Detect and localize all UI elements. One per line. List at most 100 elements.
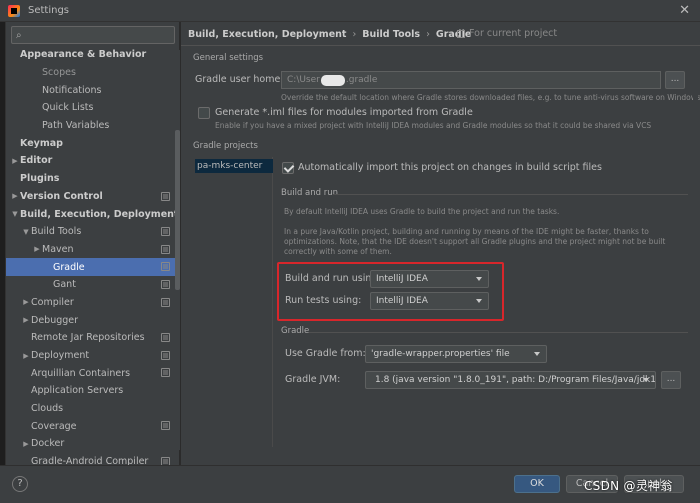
sidebar-item-label: Gant: [53, 279, 76, 291]
project-scope-icon: [161, 368, 170, 378]
generate-iml-checkbox[interactable]: [198, 107, 210, 119]
sidebar-item-label: Debugger: [31, 314, 79, 326]
breadcrumb-item[interactable]: Build Tools: [362, 29, 420, 40]
gradle-jvm-dropdown[interactable]: 1.8 (java version "1.8.0_191", path: D:/…: [365, 371, 656, 389]
project-scope-icon: [161, 244, 170, 254]
chevron-right-icon[interactable]: ▶: [21, 440, 31, 448]
general-settings-title: General settings: [193, 53, 264, 63]
close-icon[interactable]: ✕: [679, 3, 690, 18]
breadcrumb-separator: ›: [426, 28, 430, 40]
sidebar-item-label: Scopes: [42, 67, 76, 79]
sidebar-item-plugins[interactable]: Plugins: [6, 170, 180, 188]
project-scope-icon: [161, 226, 170, 236]
sidebar-item-build-execution-deployment[interactable]: ▼ Build, Execution, Deployment: [6, 205, 180, 223]
breadcrumb: Build, Execution, Deployment › Build Too…: [188, 26, 471, 42]
generate-iml-hint: Enable if you have a mixed project with …: [215, 121, 652, 130]
sidebar-item-application-servers[interactable]: Application Servers: [6, 382, 180, 400]
gradle-settings-panel: Build, Execution, Deployment › Build Too…: [181, 22, 700, 465]
sidebar-item-editor[interactable]: ▶ Editor: [6, 152, 180, 170]
sidebar-item-build-tools[interactable]: ▼ Build Tools: [6, 223, 180, 241]
project-scope-icon: [457, 29, 465, 38]
sidebar-item-label: Clouds: [31, 403, 64, 415]
sidebar-item-notifications[interactable]: Notifications: [6, 81, 180, 99]
sidebar-item-label: Maven: [42, 243, 74, 255]
sidebar-item-clouds[interactable]: Clouds: [6, 400, 180, 418]
sidebar-item-label: Plugins: [20, 173, 60, 185]
ok-button[interactable]: OK: [514, 475, 560, 493]
generate-iml-label: Generate *.iml files for modules importe…: [215, 107, 473, 118]
sidebar-item-quick-lists[interactable]: Quick Lists: [6, 99, 180, 117]
project-scope-icon: [161, 262, 170, 272]
sidebar-item-label: Quick Lists: [42, 102, 94, 114]
project-scope-icon: [161, 191, 170, 201]
gradle-projects-title: Gradle projects: [193, 141, 258, 151]
breadcrumb-item[interactable]: Build, Execution, Deployment: [188, 29, 346, 40]
chevron-right-icon[interactable]: ▶: [21, 298, 31, 306]
sidebar-item-remote-jar-repositories[interactable]: Remote Jar Repositories: [6, 329, 180, 347]
browse-user-home-button[interactable]: ...: [665, 71, 685, 89]
csdn-watermark: CSDN @灵神翁: [584, 479, 673, 493]
redacted-username: [320, 74, 345, 86]
sidebar-item-label: Application Servers: [31, 385, 124, 397]
gradle-user-home-field[interactable]: C:\User .gradle: [281, 71, 661, 89]
chevron-right-icon[interactable]: ▶: [32, 245, 42, 253]
sidebar-item-gant[interactable]: Gant: [6, 276, 180, 294]
gradle-jvm-label: Gradle JVM:: [285, 374, 341, 385]
gradle-jvm-value: 1.8 (java version "1.8.0_191", path: D:/…: [375, 375, 656, 385]
sidebar-item-appearance-behavior[interactable]: Appearance & Behavior: [6, 46, 180, 64]
chevron-down-icon[interactable]: ▼: [21, 228, 31, 236]
sidebar-item-maven[interactable]: ▶ Maven: [6, 241, 180, 259]
user-home-hint: Override the default location where Grad…: [281, 93, 700, 102]
sidebar-item-label: Deployment: [31, 350, 90, 362]
use-gradle-from-label: Use Gradle from:: [285, 348, 366, 359]
sidebar-item-deployment[interactable]: ▶ Deployment: [6, 347, 180, 365]
help-icon[interactable]: ?: [12, 476, 28, 492]
build-and-run-title: Build and run: [281, 188, 339, 198]
sidebar-item-coverage[interactable]: Coverage: [6, 417, 180, 435]
search-icon: ⌕: [16, 29, 22, 41]
build-run-divider: [333, 194, 688, 195]
chevron-right-icon[interactable]: ▶: [21, 316, 31, 324]
sidebar-item-label: Build, Execution, Deployment: [20, 208, 179, 220]
header-divider: [181, 45, 700, 46]
project-list-item[interactable]: pa-mks-center: [195, 159, 273, 173]
sidebar-item-label: Build Tools: [31, 226, 82, 238]
breadcrumb-separator: ›: [352, 28, 357, 40]
auto-import-label: Automatically import this project on cha…: [298, 162, 602, 173]
project-scope-icon: [161, 333, 170, 342]
sidebar-item-label: Docker: [31, 438, 65, 450]
sidebar-item-label: Version Control: [20, 190, 103, 202]
gradle-user-home-label: Gradle user home:: [195, 74, 284, 85]
chevron-down-icon: [643, 378, 649, 382]
sidebar-item-compiler[interactable]: ▶ Compiler: [6, 294, 180, 312]
sidebar-item-keymap[interactable]: Keymap: [6, 134, 180, 152]
user-home-prefix: C:\User: [287, 75, 320, 85]
sidebar-item-scopes[interactable]: Scopes: [6, 64, 180, 82]
sidebar-scrollbar-thumb[interactable]: [175, 130, 180, 290]
chevron-right-icon[interactable]: ▶: [10, 192, 20, 200]
sidebar-item-gradle[interactable]: Gradle: [6, 258, 180, 276]
gradle-section-title: Gradle: [281, 326, 310, 336]
use-gradle-from-dropdown[interactable]: 'gradle-wrapper.properties' file: [365, 345, 547, 363]
use-gradle-from-value: 'gradle-wrapper.properties' file: [371, 349, 510, 359]
auto-import-checkbox[interactable]: [282, 162, 294, 174]
chevron-right-icon[interactable]: ▶: [10, 157, 20, 165]
sidebar-item-label: Coverage: [31, 420, 77, 432]
sidebar-item-label: Path Variables: [42, 120, 110, 132]
chevron-down-icon[interactable]: ▼: [10, 210, 20, 218]
sidebar-scrollbar[interactable]: [175, 50, 180, 450]
sidebar-item-label: Editor: [20, 155, 53, 167]
panel-scrollbar[interactable]: [693, 80, 698, 450]
build-run-description: By default IntelliJ IDEA uses Gradle to …: [284, 207, 560, 216]
sidebar-item-version-control[interactable]: ▶ Version Control: [6, 188, 180, 206]
sidebar-item-debugger[interactable]: ▶ Debugger: [6, 311, 180, 329]
sidebar-item-path-variables[interactable]: Path Variables: [6, 117, 180, 135]
sidebar-item-arquillian-containers[interactable]: Arquillian Containers: [6, 364, 180, 382]
intellij-logo-icon: [8, 4, 20, 17]
browse-jvm-button[interactable]: ...: [661, 371, 681, 389]
sidebar-item-docker[interactable]: ▶ Docker: [6, 435, 180, 453]
for-current-project-note: For current project: [457, 28, 557, 39]
chevron-right-icon[interactable]: ▶: [21, 352, 31, 360]
search-input[interactable]: ⌕: [11, 26, 175, 44]
sidebar-item-label: Appearance & Behavior: [20, 49, 147, 61]
